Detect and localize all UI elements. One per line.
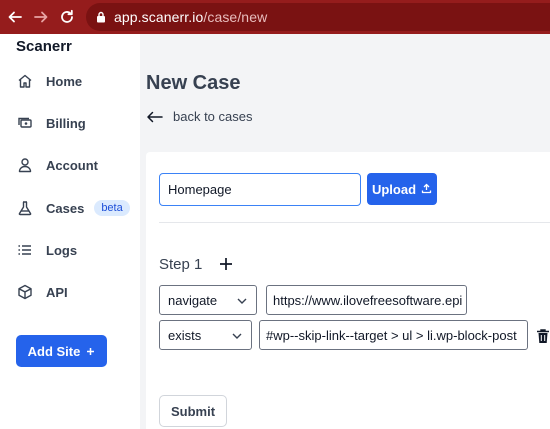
forward-nav-button[interactable] bbox=[28, 0, 54, 34]
trash-icon bbox=[537, 329, 549, 343]
step-value-field[interactable]: #wp--skip-link--target > ul > li.wp-bloc… bbox=[259, 320, 528, 350]
upload-icon bbox=[421, 182, 432, 197]
home-icon bbox=[16, 72, 34, 90]
lock-icon bbox=[97, 11, 105, 23]
back-to-cases-link[interactable]: back to cases bbox=[146, 109, 253, 124]
arrow-left-icon bbox=[8, 11, 22, 23]
add-step-button[interactable] bbox=[217, 255, 235, 273]
upload-label: Upload bbox=[371, 181, 417, 197]
add-site-button[interactable]: Add Site bbox=[16, 335, 107, 367]
page-title: New Case bbox=[146, 72, 241, 94]
chevron-down-icon bbox=[237, 298, 247, 304]
sidebar-item-label: Logs bbox=[46, 242, 78, 258]
list-icon bbox=[16, 241, 34, 259]
sidebar-item-label: Home bbox=[46, 73, 83, 89]
address-bar[interactable]: app.scanerr.io/case/new bbox=[86, 3, 550, 31]
action-select[interactable]: navigate bbox=[159, 285, 257, 315]
action-select-value: navigate bbox=[168, 292, 218, 308]
browser-toolbar: app.scanerr.io/case/new bbox=[0, 0, 550, 34]
back-link-label: back to cases bbox=[173, 109, 253, 124]
action-select-value: exists bbox=[168, 327, 202, 343]
sidebar-item-label: Billing bbox=[46, 115, 86, 131]
sidebar-item-home[interactable]: Home bbox=[16, 69, 136, 93]
step-label: Step 1 bbox=[159, 256, 203, 273]
cube-icon bbox=[16, 283, 34, 301]
user-icon bbox=[16, 156, 34, 174]
brand-logo: Scanerr bbox=[16, 38, 72, 55]
upload-button[interactable]: Upload bbox=[367, 173, 437, 205]
arrow-right-icon bbox=[34, 11, 48, 23]
beta-badge: beta bbox=[94, 200, 130, 216]
sidebar-item-label: Cases bbox=[46, 200, 85, 216]
chevron-down-icon bbox=[232, 333, 242, 339]
sidebar-item-cases[interactable]: Cases beta bbox=[16, 196, 136, 220]
billing-icon bbox=[16, 114, 34, 132]
sidebar-item-label: API bbox=[46, 284, 68, 300]
action-select[interactable]: exists bbox=[159, 320, 252, 350]
divider bbox=[159, 222, 550, 223]
reload-button[interactable] bbox=[54, 0, 80, 34]
back-nav-button[interactable] bbox=[2, 0, 28, 34]
step-value-text: https://www.ilovefreesoftware.epi bbox=[273, 292, 463, 308]
sidebar-item-api[interactable]: API bbox=[16, 280, 136, 304]
delete-step-button[interactable] bbox=[536, 328, 550, 344]
add-site-label: Add Site bbox=[27, 343, 81, 359]
reload-icon bbox=[61, 9, 73, 23]
sidebar-item-label: Account bbox=[46, 157, 98, 173]
sidebar-item-logs[interactable]: Logs bbox=[16, 238, 136, 262]
url-path: /case/new bbox=[203, 9, 268, 25]
sidebar-item-billing[interactable]: Billing bbox=[16, 111, 136, 135]
step-value-text: #wp--skip-link--target > ul > li.wp-bloc… bbox=[266, 327, 517, 343]
url-text: app.scanerr.io/case/new bbox=[114, 9, 267, 25]
plus-icon bbox=[86, 344, 95, 359]
sidebar-item-account[interactable]: Account bbox=[16, 153, 136, 177]
submit-button[interactable]: Submit bbox=[159, 395, 227, 427]
flask-icon bbox=[16, 199, 34, 217]
url-host: app.scanerr.io bbox=[114, 9, 204, 25]
case-form-card: Upload Step 1 navigate https://www.ilove… bbox=[146, 152, 550, 429]
step-value-field[interactable]: https://www.ilovefreesoftware.epi bbox=[266, 285, 467, 315]
sidebar: Scanerr Home Billing Account Cases beta … bbox=[0, 34, 140, 429]
case-name-input[interactable] bbox=[159, 173, 361, 206]
arrow-left-icon bbox=[147, 111, 163, 122]
plus-icon bbox=[220, 258, 232, 270]
